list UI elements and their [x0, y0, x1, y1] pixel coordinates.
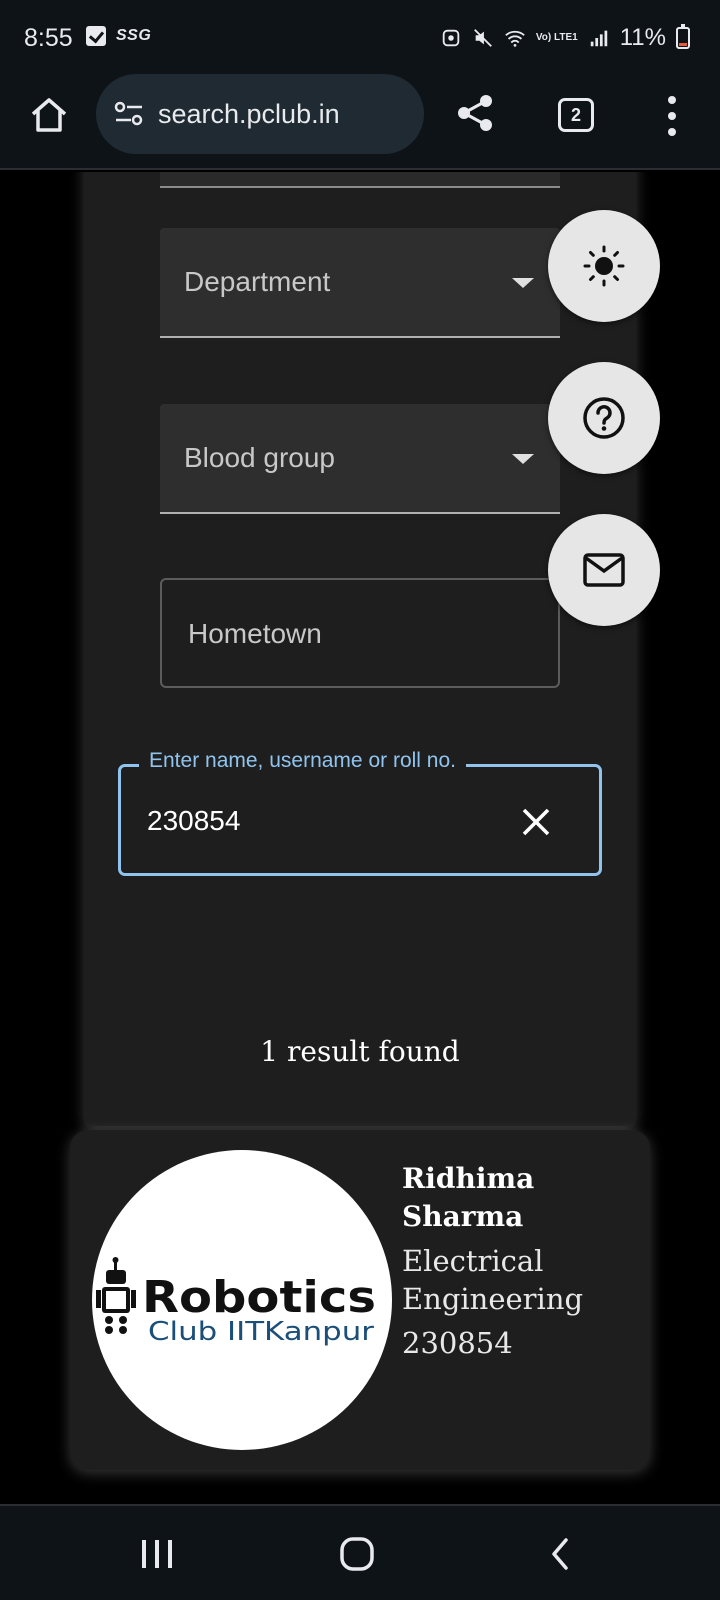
battery-icon — [676, 24, 690, 49]
site-settings-icon[interactable] — [114, 101, 144, 127]
tab-count: 2 — [570, 104, 581, 125]
student-name[interactable]: Ridhima Sharma — [402, 1160, 632, 1236]
url-text[interactable]: search.pclub.in — [158, 99, 340, 130]
page-content: Department Blood group Hometown Enter na… — [0, 172, 720, 1504]
tab-switcher-button[interactable]: 2 — [558, 98, 594, 132]
mail-icon — [583, 553, 625, 587]
logo-text: Robotics — [142, 1272, 376, 1323]
sun-icon — [583, 245, 625, 287]
student-department: Electrical Engineering — [402, 1244, 584, 1316]
browser-toolbar: search.pclub.in 2 — [0, 74, 720, 170]
dropdown-arrow-icon — [512, 454, 534, 464]
hometown-placeholder: Hometown — [188, 618, 322, 649]
clear-icon[interactable] — [519, 805, 553, 839]
ssg-badge: SSG — [116, 27, 152, 44]
blood-group-select[interactable]: Blood group — [160, 404, 560, 514]
filter-field-above[interactable] — [160, 172, 560, 188]
search-input-label: Enter name, username or roll no. — [139, 749, 466, 773]
robotics-club-logo: Robotics Club IITKanpur — [96, 1257, 376, 1347]
mute-icon — [473, 29, 492, 47]
back-icon[interactable] — [544, 1536, 584, 1572]
status-bar: 8:55 SSG Vo) LTE1 11% — [0, 0, 720, 80]
check-notification-icon — [86, 26, 106, 46]
more-menu-icon[interactable] — [664, 94, 680, 138]
address-bar[interactable]: search.pclub.in — [96, 74, 424, 154]
status-notification-icons: SSG — [86, 26, 151, 46]
status-right-icons: Vo) LTE1 11% — [440, 24, 690, 52]
filter-card: Department Blood group Hometown Enter na… — [84, 172, 636, 1126]
network-type-label: Vo) LTE1 — [535, 32, 578, 43]
signal-icon — [590, 30, 607, 47]
home-nav-icon[interactable] — [338, 1536, 378, 1572]
battery-percent: 11% — [619, 24, 666, 51]
hometown-input[interactable]: Hometown — [160, 578, 560, 688]
status-time: 8:55 — [24, 24, 73, 52]
home-icon[interactable] — [28, 94, 70, 136]
blood-group-label: Blood group — [184, 442, 336, 473]
department-label: Department — [184, 266, 331, 297]
theme-toggle-button[interactable] — [548, 210, 660, 322]
avatar: Robotics Club IITKanpur — [92, 1150, 392, 1450]
student-result-card[interactable]: Robotics Club IITKanpur Ridhima Sharma E… — [70, 1130, 650, 1470]
system-navigation-bar — [0, 1504, 720, 1600]
question-circle-icon — [583, 397, 625, 439]
logo-subtext: Club IITKanpur — [148, 1317, 374, 1347]
share-icon[interactable] — [454, 92, 496, 134]
wifi-icon — [505, 30, 525, 47]
result-count-badge: 1 result found — [233, 1012, 487, 1090]
help-button[interactable] — [548, 362, 660, 474]
mail-button[interactable] — [548, 514, 660, 626]
dropdown-arrow-icon — [512, 278, 534, 288]
recent-apps-icon[interactable] — [138, 1536, 178, 1572]
alarm-icon — [442, 29, 460, 47]
search-input-value[interactable]: 230854 — [147, 805, 240, 837]
student-roll-number: 230854 — [402, 1326, 513, 1360]
search-input[interactable]: Enter name, username or roll no. 230854 — [118, 749, 602, 876]
department-select[interactable]: Department — [160, 228, 560, 338]
